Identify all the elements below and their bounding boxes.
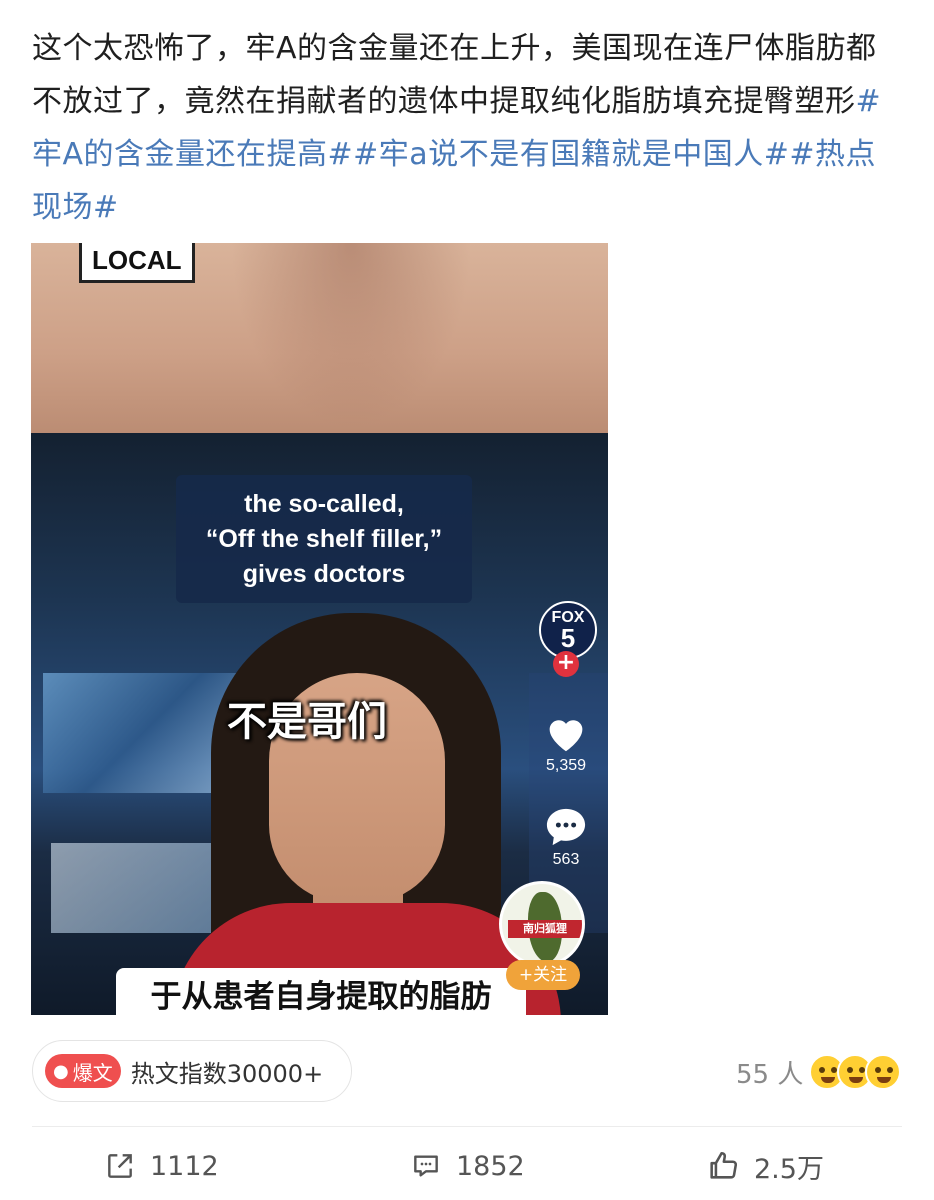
follow-button[interactable]: +关注 [506,960,580,990]
divider [32,1126,902,1127]
plus-icon[interactable]: + [553,651,579,677]
share-button[interactable]: 1112 [104,1148,219,1184]
hot-badge: ● 爆文 [45,1054,121,1088]
share-icon [108,1154,132,1178]
like-count: 2.5万 [754,1153,824,1185]
caption-line-2: “Off the shelf filler,” [205,524,443,553]
comment-count-video: 563 [552,851,580,868]
like-count-video: 5,359 [545,757,587,774]
channel-logo-number: 5 [560,623,576,653]
comment-icon [414,1155,438,1177]
video-thumbnail[interactable]: LOCAL the so-called, “Off the shelf fill… [31,243,608,1015]
creator-avatar[interactable]: 南归狐狸 [499,881,585,967]
wink-emoji-icon [865,1054,902,1090]
comment-count: 1852 [456,1150,525,1182]
post-text: 这个太恐怖了，牢A的含金量还在上升，美国现在连尸体脂肪都不放过了，竟然在捐献者的… [32,31,877,119]
hot-index-pill[interactable]: ● 爆文 热文指数30000+ [32,1040,352,1102]
local-badge: LOCAL [79,243,195,283]
comment-button[interactable]: 1852 [410,1148,525,1184]
video-caption: the so-called, “Off the shelf filler,” g… [176,475,472,603]
reactions-summary[interactable]: 55 人 [736,1052,902,1092]
avatar-stamp: 南归狐狸 [508,920,582,938]
share-count: 1112 [150,1150,219,1182]
video-subtitle-bottom: 于从患者自身提取的脂肪 [116,968,526,1015]
comment-bubble-icon[interactable] [543,805,589,851]
heart-icon[interactable] [543,713,589,757]
caption-line-1: the so-called, [244,489,404,518]
flame-icon: ● [53,1060,69,1082]
reactions-count: 55 人 [736,1059,804,1090]
thumbs-up-icon [710,1151,738,1179]
hashtag-2[interactable]: #牢a说不是有国籍就是中国人# [353,137,789,172]
video-subtitle-top: 不是哥们 [227,699,387,745]
caption-line-3: gives doctors [242,559,406,588]
post-body: 这个太恐怖了，牢A的含金量还在上升，美国现在连尸体脂肪都不放过了，竟然在捐献者的… [32,22,902,234]
hot-index-text: 热文指数30000+ [130,1059,324,1088]
like-button[interactable]: 2.5万 [706,1148,824,1185]
hot-badge-label: 爆文 [72,1060,113,1085]
studio-screens-lower [51,843,221,933]
